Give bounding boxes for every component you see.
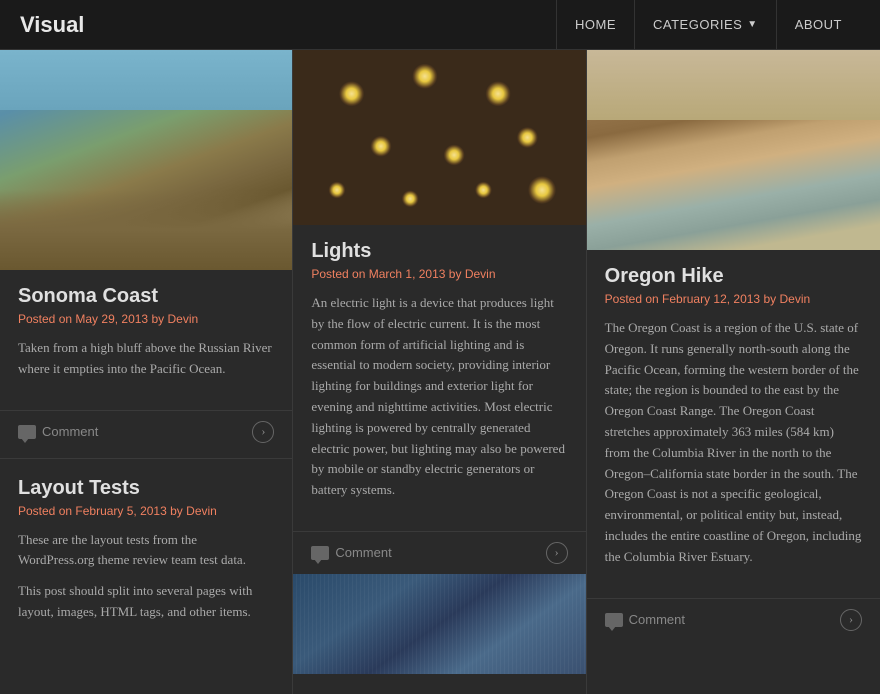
post-oregon-title[interactable]: Oregon Hike	[605, 265, 862, 288]
chevron-down-icon: ▼	[747, 19, 757, 30]
post-oregon-read-more[interactable]: ›	[840, 609, 862, 631]
post-column-3: Oregon Hike Posted on February 12, 2013 …	[587, 50, 880, 694]
post-sonoma-footer: Comment ›	[0, 410, 292, 453]
comment-icon	[311, 546, 329, 560]
comment-icon	[605, 613, 623, 627]
post-sonoma-comment[interactable]: Comment	[18, 424, 98, 439]
post-sonoma-read-more[interactable]: ›	[252, 421, 274, 443]
post-col2-second-image	[293, 574, 585, 674]
post-layout-excerpt2: This post should split into several page…	[18, 581, 274, 623]
nav-categories[interactable]: CATEGORIES ▼	[634, 0, 776, 49]
post-layout-title[interactable]: Layout Tests	[18, 477, 274, 500]
post-oregon-comment[interactable]: Comment	[605, 612, 685, 627]
post-column-1: Sonoma Coast Posted on May 29, 2013 by D…	[0, 50, 293, 694]
post-layout-body: Layout Tests Posted on February 5, 2013 …	[0, 458, 292, 638]
post-oregon-meta: Posted on February 12, 2013 by Devin	[605, 292, 862, 306]
post-sonoma-excerpt: Taken from a high bluff above the Russia…	[18, 338, 274, 380]
nav-home[interactable]: HOME	[556, 0, 634, 49]
main-nav: HOME CATEGORIES ▼ ABOUT	[556, 0, 860, 49]
post-layout-excerpt1: These are the layout tests from the Word…	[18, 530, 274, 572]
comment-icon	[18, 425, 36, 439]
site-header: Visual HOME CATEGORIES ▼ ABOUT	[0, 0, 880, 50]
post-lights-excerpt: An electric light is a device that produ…	[311, 293, 567, 501]
post-lights-read-more[interactable]: ›	[546, 542, 568, 564]
post-oregon-body: Oregon Hike Posted on February 12, 2013 …	[587, 250, 880, 583]
post-lights-comment[interactable]: Comment	[311, 545, 391, 560]
post-lights-image	[293, 50, 585, 225]
post-sonoma-title[interactable]: Sonoma Coast	[18, 285, 274, 308]
post-column-2: Lights Posted on March 1, 2013 by Devin …	[293, 50, 586, 694]
post-layout-meta: Posted on February 5, 2013 by Devin	[18, 504, 274, 518]
post-lights-body: Lights Posted on March 1, 2013 by Devin …	[293, 225, 585, 516]
site-title[interactable]: Visual	[20, 12, 84, 38]
post-oregon-image	[587, 50, 880, 250]
post-sonoma-meta: Posted on May 29, 2013 by Devin	[18, 312, 274, 326]
post-lights-meta: Posted on March 1, 2013 by Devin	[311, 267, 567, 281]
post-sonoma-image	[0, 50, 292, 270]
nav-about[interactable]: ABOUT	[776, 0, 860, 49]
post-lights-footer: Comment ›	[293, 531, 585, 574]
post-sonoma-body: Sonoma Coast Posted on May 29, 2013 by D…	[0, 270, 292, 395]
post-lights-title[interactable]: Lights	[311, 240, 567, 263]
post-oregon-excerpt: The Oregon Coast is a region of the U.S.…	[605, 318, 862, 568]
post-oregon-footer: Comment ›	[587, 598, 880, 641]
main-content: Sonoma Coast Posted on May 29, 2013 by D…	[0, 50, 880, 694]
